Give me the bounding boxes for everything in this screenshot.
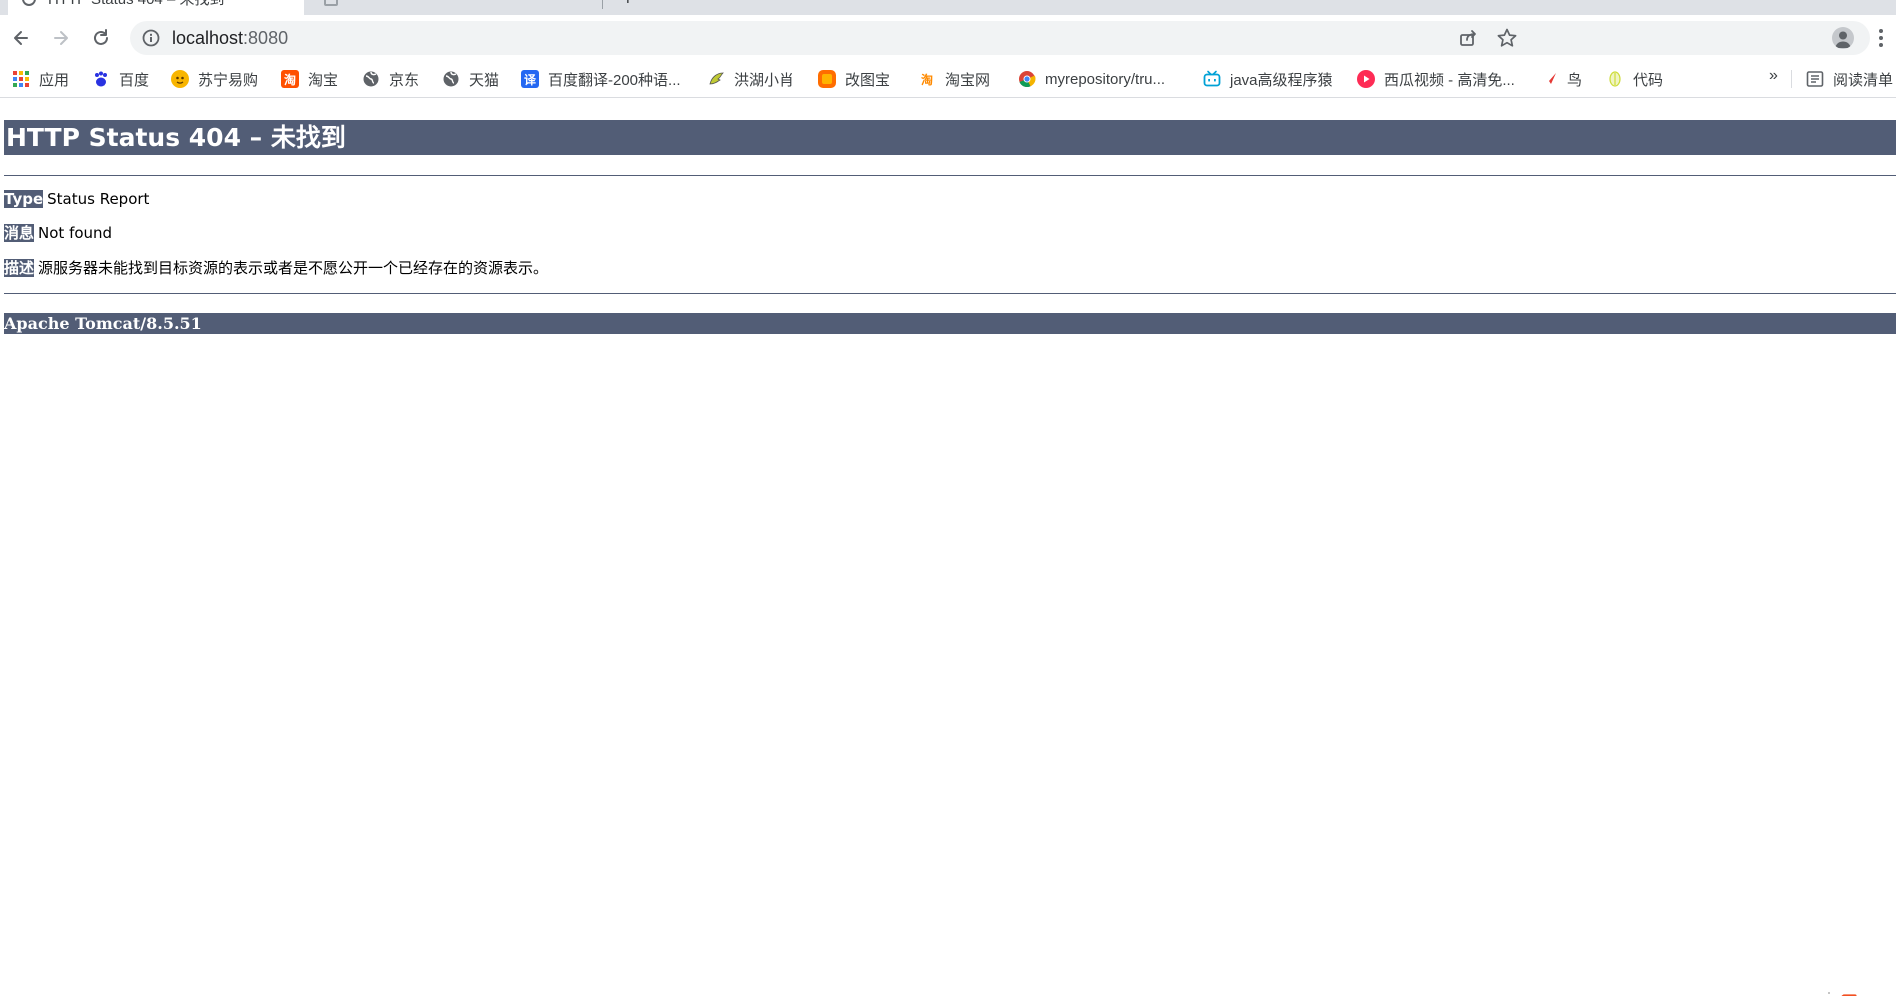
drag-handle[interactable] [1828,992,1832,996]
reading-list-button[interactable]: 阅读清单 [1806,67,1893,91]
chrome-icon [1018,70,1036,88]
tab-strip: HTTP Status 404 – 未找到 + [0,0,1896,15]
bookmark-gaitubao[interactable]: 改图宝 [818,67,890,91]
bookmark-star-icon[interactable] [1496,27,1518,49]
globe-icon [22,0,36,6]
browser-toolbar: localhost:8080 [0,15,1896,61]
floating-widget[interactable] [1826,988,1886,996]
bookmark-suning[interactable]: 苏宁易购 [171,67,258,91]
row-value: 源服务器未能找到目标资源的表示或者是不愿公开一个已经存在的资源表示。 [38,259,549,277]
bookmark-label: myrepository/tru... [1045,70,1166,88]
info-row-message: 消息 Not found [4,223,112,243]
baidu-paw-icon [92,70,110,88]
row-label: 描述 [4,259,35,277]
bookmark-label: 百度翻译-200种语... [548,71,681,89]
bookmark-label: 苏宁易购 [198,71,259,89]
apps-grid-icon [12,70,30,88]
row-value: Status Report [47,190,150,208]
tab-title: HTTP Status 404 – 未找到 [48,0,224,15]
bookmark-code[interactable]: 代码 [1606,67,1663,91]
globe-icon [442,70,460,88]
globe-icon [362,70,380,88]
bookmark-java-coder[interactable]: java高级程序猿 [1203,67,1333,91]
row-value: Not found [38,224,113,242]
divider [4,175,1896,176]
tab-inactive[interactable] [310,0,600,15]
page-title: HTTP Status 404 – 未找到 [4,120,1896,155]
more-options-icon[interactable] [1878,28,1884,48]
bookmark-myrepository[interactable]: myrepository/tru... [1018,67,1165,91]
url-port: :8080 [243,28,289,48]
row-label: 消息 [4,224,35,242]
divider [4,293,1896,294]
document-icon [324,0,338,6]
server-info: Apache Tomcat/8.5.51 [4,313,1896,334]
tab-separator [602,0,603,9]
gaitubao-icon [818,70,836,88]
bookmark-label: 改图宝 [845,71,891,89]
bookmark-label: 天猫 [469,71,500,89]
bookmark-label: 百度 [119,71,150,89]
reading-list-label: 阅读清单 [1833,71,1894,89]
info-row-description: 描述 源服务器未能找到目标资源的表示或者是不愿公开一个已经存在的资源表示。 [4,258,548,278]
address-bar[interactable]: localhost:8080 [130,21,1870,55]
bookmarks-divider [1791,70,1792,88]
bookmark-label: 鸟 [1567,71,1583,89]
new-tab-button[interactable]: + [622,0,634,11]
url-text[interactable]: localhost:8080 [172,21,288,55]
xigua-play-icon [1357,70,1375,88]
bookmark-honghu[interactable]: 洪湖小肖 [707,67,794,91]
bookmarks-overflow-button[interactable]: » [1769,67,1778,85]
code-leaf-icon [1606,70,1624,88]
bookmark-tmall[interactable]: 天猫 [442,67,499,91]
bookmark-xigua[interactable]: 西瓜视频 - 高清免... [1357,67,1515,91]
bookmark-jd[interactable]: 京东 [362,67,419,91]
back-button[interactable] [6,23,36,53]
page-content: HTTP Status 404 – 未找到 Type Status Report … [0,98,1896,996]
bilibili-icon [1203,70,1221,88]
bookmark-label: 淘宝 [308,71,339,89]
bookmark-label: 淘宝网 [945,71,991,89]
tab-active[interactable]: HTTP Status 404 – 未找到 [8,0,304,15]
bookmarks-bar: 应用 百度 苏宁易购 淘 淘宝 京东 天猫 译 百度翻译-200种语... 洪湖… [0,61,1896,98]
bookmark-label: 京东 [389,71,420,89]
bird-red-icon [1540,70,1558,88]
bookmark-taobao-net[interactable]: 淘 淘宝网 [918,67,990,91]
bookmark-label: 洪湖小肖 [734,71,795,89]
arrow-left-icon [14,31,28,45]
bookmark-baidu-translate[interactable]: 译 百度翻译-200种语... [521,67,681,91]
info-icon[interactable] [142,29,160,47]
arrow-right-icon [54,31,68,45]
reading-list-icon [1806,71,1824,87]
translate-icon: 译 [521,70,539,88]
bookmark-label: java高级程序猿 [1230,71,1333,89]
bookmark-apps[interactable]: 应用 [12,67,69,91]
reload-icon [94,29,108,45]
sogou-s-icon[interactable] [1836,992,1860,996]
reload-button[interactable] [86,23,116,53]
forward-button[interactable] [46,23,76,53]
bookmark-bird[interactable]: 鸟 [1540,67,1582,91]
bookmark-baidu[interactable]: 百度 [92,67,149,91]
bookmark-label: 应用 [39,71,70,89]
suning-icon [171,70,189,88]
url-host: localhost [172,28,244,48]
bookmark-taobao[interactable]: 淘 淘宝 [281,67,338,91]
browser-window: HTTP Status 404 – 未找到 + [0,0,1896,996]
info-row-type: Type Status Report [4,189,149,209]
bookmark-label: 代码 [1633,71,1664,89]
taobao-icon: 淘 [920,72,933,87]
bird-icon [707,70,725,88]
profile-avatar-icon[interactable] [1832,27,1854,49]
share-icon[interactable] [1458,28,1478,48]
bookmark-label: 西瓜视频 - 高清免... [1384,71,1515,89]
row-label: Type [4,190,44,208]
taobao-icon: 淘 [281,70,299,88]
